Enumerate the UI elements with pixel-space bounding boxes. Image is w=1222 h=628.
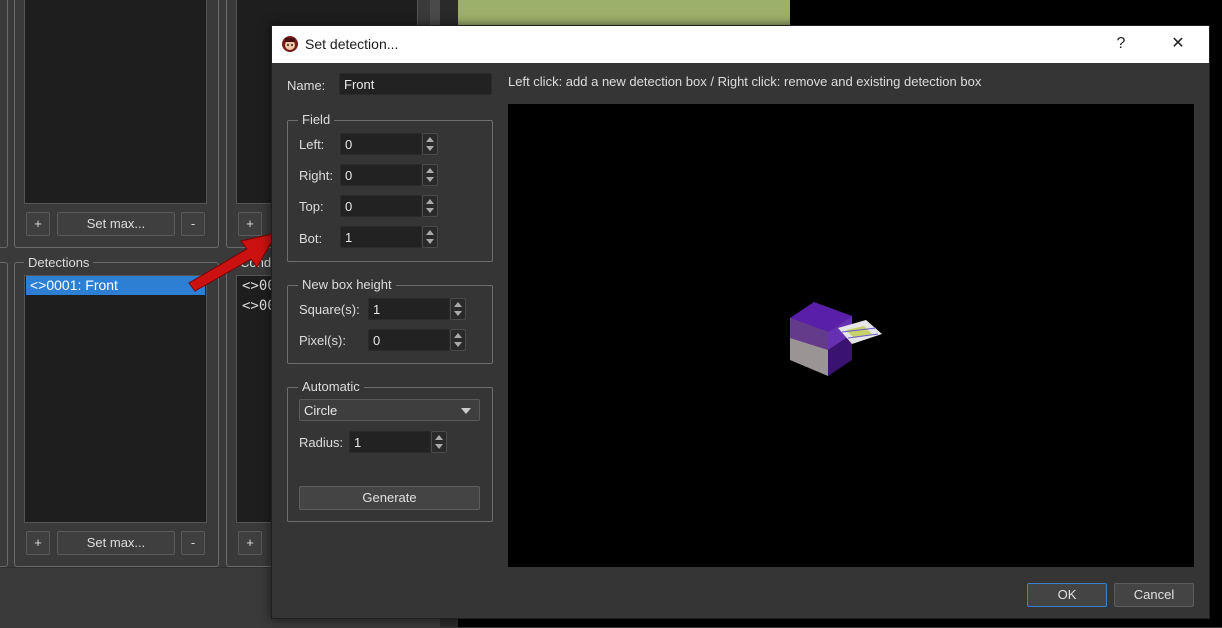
detection-preview-canvas[interactable] [508, 104, 1194, 567]
spin-up-icon[interactable] [426, 137, 434, 142]
top-label: Top: [299, 199, 324, 214]
squares-spinner[interactable] [450, 298, 466, 320]
cancel-button[interactable]: Cancel [1114, 583, 1194, 607]
event-cube-graphic [790, 302, 882, 376]
instructions-text: Left click: add a new detection box / Ri… [508, 74, 982, 89]
pixels-input[interactable]: 0 [368, 329, 450, 351]
detections-set-max-button[interactable]: Set max... [57, 531, 175, 555]
radius-input[interactable]: 1 [349, 431, 431, 453]
detections-list[interactable] [24, 275, 207, 523]
generate-button[interactable]: Generate [299, 486, 480, 510]
squares-input[interactable]: 1 [368, 298, 450, 320]
right-spinner[interactable] [422, 164, 438, 186]
spin-up-icon[interactable] [454, 302, 462, 307]
top-spinner[interactable] [422, 195, 438, 217]
detection-item-selected[interactable]: <>0001: Front [26, 276, 205, 295]
right-bottom-add-button[interactable]: + [238, 531, 262, 555]
spin-up-icon[interactable] [426, 199, 434, 204]
top-add-button[interactable]: + [26, 212, 50, 236]
help-button[interactable]: ? [1103, 32, 1139, 56]
spin-down-icon[interactable] [426, 208, 434, 213]
detections-title: Detections [24, 255, 94, 270]
right-label: Right: [299, 168, 333, 183]
dialog-title: Set detection... [305, 36, 399, 52]
top-set-max-button[interactable]: Set max... [57, 212, 175, 236]
detections-add-button[interactable]: + [26, 531, 50, 555]
bot-label: Bot: [299, 231, 323, 246]
automatic-group-title: Automatic [298, 379, 364, 394]
box-height-group: New box height [287, 277, 493, 364]
red-arrow-icon [188, 232, 279, 292]
pixels-spinner[interactable] [450, 329, 466, 351]
squares-label: Square(s): [299, 302, 360, 317]
spin-down-icon[interactable] [426, 177, 434, 182]
box-height-group-title: New box height [298, 277, 396, 292]
spin-down-icon[interactable] [426, 239, 434, 244]
spin-up-icon[interactable] [426, 230, 434, 235]
dialog-titlebar[interactable]: Set detection... ? ✕ [272, 26, 1209, 63]
spin-down-icon[interactable] [426, 146, 434, 151]
app-icon [282, 36, 298, 52]
field-group-title: Field [298, 112, 335, 127]
spin-down-icon[interactable] [454, 342, 462, 347]
shape-select[interactable]: Circle [299, 399, 480, 421]
bot-input[interactable]: 1 [340, 226, 422, 248]
set-detection-dialog: Set detection... ? ✕ Name: Front Left cl… [271, 25, 1210, 619]
left-edge-panel [0, 0, 8, 248]
bot-spinner[interactable] [422, 226, 438, 248]
left-edge-panel-2 [0, 262, 8, 567]
top-input[interactable]: 0 [340, 195, 422, 217]
ok-button[interactable]: OK [1027, 583, 1107, 607]
left-input[interactable]: 0 [340, 133, 422, 155]
left-spinner[interactable] [422, 133, 438, 155]
radius-label: Radius: [299, 435, 344, 450]
spin-up-icon[interactable] [435, 435, 443, 440]
radius-spinner[interactable] [431, 431, 447, 453]
spin-up-icon[interactable] [426, 168, 434, 173]
left-label: Left: [299, 137, 325, 152]
right-input[interactable]: 0 [340, 164, 422, 186]
spin-down-icon[interactable] [435, 444, 443, 449]
spin-down-icon[interactable] [454, 311, 462, 316]
top-list[interactable] [24, 0, 207, 204]
name-input[interactable]: Front [339, 73, 492, 95]
chevron-down-icon[interactable] [461, 408, 471, 414]
pixels-label: Pixel(s): [299, 333, 346, 348]
detections-remove-button[interactable]: - [181, 531, 205, 555]
spin-up-icon[interactable] [454, 333, 462, 338]
close-button[interactable]: ✕ [1160, 32, 1196, 56]
name-label: Name: [287, 78, 326, 93]
